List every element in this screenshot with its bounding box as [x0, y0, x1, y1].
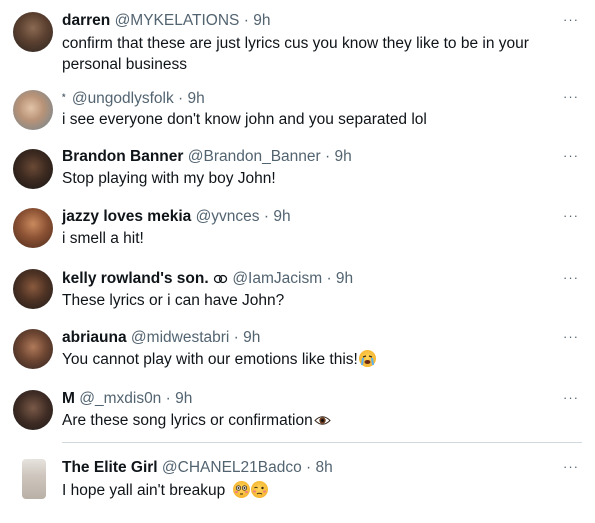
timestamp[interactable]: 9h [175, 390, 192, 407]
more-options-icon[interactable]: ··· [562, 90, 580, 103]
timestamp[interactable]: 8h [316, 459, 333, 476]
separator: · [165, 390, 171, 407]
separator: · [326, 270, 332, 287]
link-chain-icon [213, 271, 228, 290]
reply-item[interactable]: kelly rowland's son. @IamJacism · 9h The… [0, 262, 595, 320]
timestamp[interactable]: 9h [253, 12, 270, 29]
reply-text: i see everyone don't know john and you s… [62, 111, 427, 128]
flushed-face-emoji [232, 481, 250, 498]
display-name[interactable]: M [62, 390, 75, 407]
reply-header: kelly rowland's son. @IamJacism · 9h [62, 269, 353, 290]
user-handle[interactable]: @IamJacism [232, 270, 322, 287]
reply-text-row: I hope yall ain't breakup [62, 480, 562, 501]
user-handle[interactable]: @midwestabri [131, 329, 229, 346]
reply-item[interactable]: darren @MYKELATIONS · 9h confirm that th… [0, 0, 595, 82]
reply-header: The Elite Girl @CHANEL21Badco · 8h [62, 458, 333, 477]
reply-text-row: You cannot play with our emotions like t… [62, 349, 562, 370]
reply-item[interactable]: jazzy loves mekia @yvnces · 9h i smell a… [0, 200, 595, 260]
avatar[interactable] [13, 90, 53, 130]
user-handle[interactable]: @MYKELATIONS [115, 12, 240, 29]
user-handle[interactable]: @_mxdis0n [79, 390, 161, 407]
avatar[interactable] [13, 329, 53, 369]
reply-text: confirm that these are just lyrics cus y… [62, 35, 529, 73]
reply-text: I hope yall ain't breakup [62, 482, 226, 499]
display-name[interactable]: abriauna [62, 329, 127, 346]
avatar[interactable] [13, 208, 53, 248]
separator: · [325, 148, 331, 165]
separator: · [233, 329, 239, 346]
separator: · [263, 208, 270, 225]
avatar[interactable] [13, 149, 53, 189]
reply-text: You cannot play with our emotions like t… [62, 351, 358, 368]
reply-header: jazzy loves mekia @yvnces · 9h [62, 207, 291, 226]
more-options-icon[interactable]: ··· [562, 271, 580, 284]
more-options-icon[interactable]: ··· [562, 149, 580, 162]
timestamp[interactable]: 9h [335, 148, 352, 165]
display-name[interactable]: The Elite Girl [62, 459, 158, 476]
crying-face-emoji [358, 350, 376, 367]
more-options-icon[interactable]: ··· [562, 330, 580, 343]
user-handle[interactable]: @CHANEL21Badco [162, 459, 302, 476]
separator: · [243, 12, 249, 29]
more-options-icon[interactable]: ··· [562, 209, 580, 222]
reply-header: darren @MYKELATIONS · 9h [62, 11, 270, 30]
reply-text-row: Are these song lyrics or confirmation [62, 410, 562, 433]
reply-text: Are these song lyrics or confirmation [62, 412, 313, 429]
display-name[interactable]: kelly rowland's son. [62, 270, 209, 287]
reply-item[interactable]: * @ungodlysfolk · 9h i see everyone don'… [0, 84, 595, 142]
reply-text: Stop playing with my boy John! [62, 170, 276, 187]
reply-item[interactable]: abriauna @midwestabri · 9h You cannot pl… [0, 322, 595, 382]
reply-text: i smell a hit! [62, 230, 144, 247]
more-options-icon[interactable]: ··· [562, 460, 580, 473]
reply-header: M @_mxdis0n · 9h [62, 389, 192, 408]
reply-item[interactable]: The Elite Girl @CHANEL21Badco · 8h I hop… [0, 451, 595, 523]
separator: · [178, 90, 184, 107]
user-handle[interactable]: @ungodlysfolk [72, 90, 174, 107]
more-options-icon[interactable]: ··· [562, 13, 580, 26]
reply-header: abriauna @midwestabri · 9h [62, 328, 260, 347]
avatar[interactable] [13, 12, 53, 52]
more-options-icon[interactable]: ··· [562, 391, 580, 404]
display-name[interactable]: Brandon Banner [62, 148, 183, 165]
reply-header: * @ungodlysfolk · 9h [62, 88, 205, 108]
woozy-face-emoji [250, 481, 268, 498]
timestamp[interactable]: 9h [273, 208, 290, 225]
display-name[interactable]: jazzy loves mekia [62, 208, 191, 225]
timestamp[interactable]: 9h [188, 90, 205, 107]
reply-item[interactable]: Brandon Banner @Brandon_Banner · 9h Stop… [0, 142, 595, 200]
display-name[interactable]: darren [62, 12, 110, 29]
avatar[interactable] [22, 459, 46, 499]
avatar[interactable] [13, 269, 53, 309]
user-handle[interactable]: @yvnces [196, 208, 260, 225]
display-name[interactable]: * [62, 92, 66, 102]
user-handle[interactable]: @Brandon_Banner [188, 148, 321, 165]
timestamp[interactable]: 9h [243, 329, 260, 346]
reply-text: These lyrics or i can have John? [62, 292, 285, 309]
reply-header: Brandon Banner @Brandon_Banner · 9h [62, 147, 352, 166]
separator: · [306, 459, 312, 476]
eye-emoji [313, 412, 331, 433]
avatar[interactable] [13, 390, 53, 430]
reply-item[interactable]: M @_mxdis0n · 9h Are these song lyrics o… [0, 384, 595, 440]
timestamp[interactable]: 9h [336, 270, 353, 287]
thread-divider [62, 442, 582, 443]
